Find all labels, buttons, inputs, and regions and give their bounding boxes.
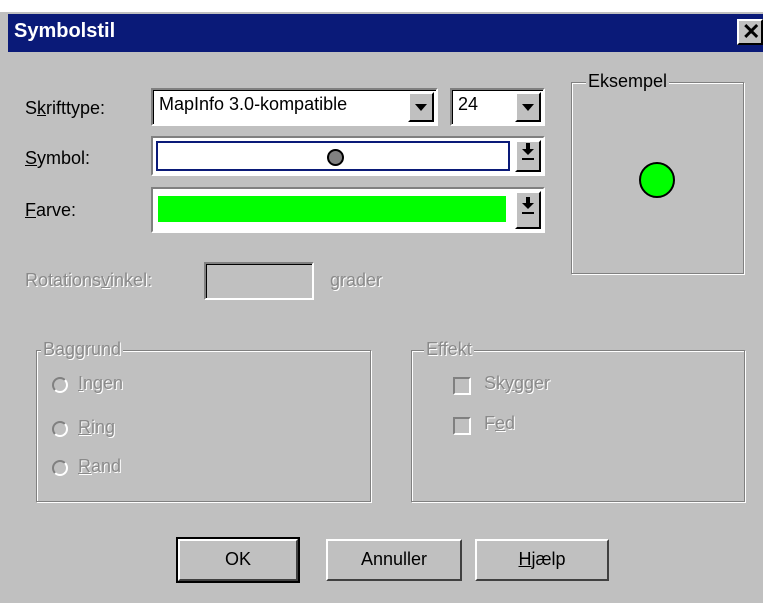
rotation-label: Rotationsvinkel: (25, 270, 153, 290)
title-bar[interactable]: Symbolstil ✕ (8, 14, 763, 52)
cancel-button[interactable]: Annuller (326, 539, 462, 581)
dropdown-arrow-icon (522, 197, 534, 214)
symbol-dropdown-button[interactable] (515, 140, 541, 172)
radio-ingen-label: Ingen (78, 373, 124, 393)
symbol-style-dialog: Symbolstil ✕ Skrifttype: MapInfo 3.0-kom… (0, 0, 763, 603)
radio-ring-label: Ring (78, 417, 116, 437)
close-icon: ✕ (742, 19, 761, 44)
font-size-select[interactable]: 24 (450, 88, 545, 126)
font-type-dropdown-button[interactable] (408, 92, 434, 122)
help-button[interactable]: Hjælp (475, 539, 609, 581)
color-picker[interactable] (151, 187, 545, 233)
color-dropdown-button[interactable] (515, 191, 541, 229)
checkbox-shadow-label: Skygger (484, 373, 551, 393)
radio-rand[interactable] (52, 460, 68, 476)
checkbox-bold-label: Fed (484, 413, 516, 433)
dialog-title: Symbolstil (14, 20, 116, 42)
preview-symbol-circle (639, 162, 675, 198)
symbol-preview-icon (327, 149, 344, 166)
font-type-select[interactable]: MapInfo 3.0-kompatible (151, 88, 438, 126)
background-title: Baggrund (41, 339, 124, 360)
ok-button[interactable]: OK (176, 537, 300, 583)
screen-edge (0, 0, 763, 12)
rotation-input[interactable] (204, 262, 314, 300)
effect-group: Effekt Skygger Fed (411, 339, 745, 502)
symbol-label: Symbol: (25, 148, 91, 168)
chevron-down-icon (415, 104, 427, 111)
rotation-unit: grader (330, 270, 383, 290)
radio-rand-label: Rand (78, 456, 122, 476)
preview-title: Eksempel (586, 71, 670, 92)
chevron-down-icon (522, 104, 534, 111)
checkbox-shadow[interactable] (453, 377, 471, 395)
color-swatch (158, 196, 506, 222)
checkbox-bold[interactable] (453, 417, 471, 435)
background-group: Baggrund Ingen Ring Rand (36, 339, 371, 502)
font-type-value: MapInfo 3.0-kompatible (159, 94, 348, 114)
color-label: Farve: (25, 200, 77, 220)
symbol-picker[interactable] (151, 136, 545, 176)
radio-ingen[interactable] (52, 377, 68, 393)
font-size-value: 24 (458, 94, 479, 114)
radio-ring[interactable] (52, 421, 68, 437)
symbol-picker-field[interactable] (156, 141, 510, 171)
preview-group: Eksempel (571, 71, 744, 274)
effect-title: Effekt (424, 339, 474, 360)
font-type-label: Skrifttype: (25, 98, 106, 118)
close-button[interactable]: ✕ (737, 19, 763, 45)
font-size-dropdown-button[interactable] (515, 92, 541, 122)
dropdown-arrow-icon (522, 143, 534, 160)
dialog-body: Skrifttype: MapInfo 3.0-kompatible 24 Sy… (8, 52, 763, 603)
